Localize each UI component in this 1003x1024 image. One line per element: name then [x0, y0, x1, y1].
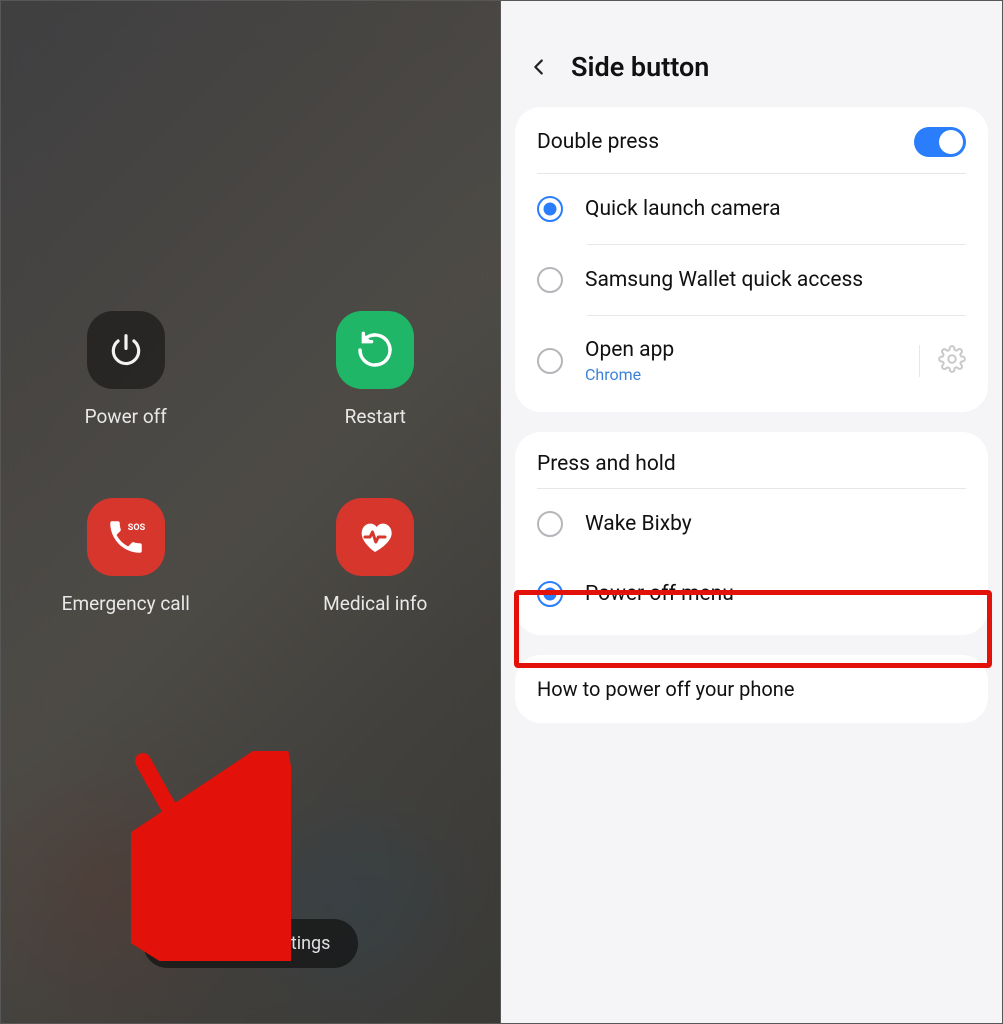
option-label: Open app: [585, 338, 891, 362]
radio-icon: [537, 511, 563, 537]
side-button-settings-button[interactable]: Side button settings: [143, 919, 359, 968]
option-open-app[interactable]: Open app Chrome: [537, 316, 966, 392]
option-label: Samsung Wallet quick access: [585, 268, 966, 292]
double-press-title: Double press: [537, 130, 659, 154]
svg-text:SOS: SOS: [128, 523, 146, 533]
radio-icon: [537, 348, 563, 374]
power-off-label: Power off: [85, 405, 167, 428]
side-button-settings-screen: Side button Double press Quick launch ca…: [501, 0, 1003, 1024]
radio-selected-icon: [537, 581, 563, 607]
medical-info-label: Medical info: [323, 592, 427, 615]
option-power-off-menu[interactable]: Power off menu: [537, 559, 966, 615]
press-hold-title: Press and hold: [537, 452, 676, 476]
option-label: Power off menu: [585, 582, 966, 606]
power-icon: [87, 311, 165, 389]
option-quick-launch-camera[interactable]: Quick launch camera: [537, 174, 966, 244]
side-button-settings-label: Side button settings: [171, 933, 331, 954]
gear-icon: [938, 345, 966, 373]
how-to-power-off-button[interactable]: How to power off your phone: [515, 655, 988, 723]
option-wake-bixby[interactable]: Wake Bixby: [537, 489, 966, 559]
phone-sos-icon: SOS: [87, 498, 165, 576]
option-label: Quick launch camera: [585, 197, 966, 221]
heart-icon: [336, 498, 414, 576]
power-options-grid: Power off Restart SOS Emergency call Med…: [1, 311, 500, 615]
power-menu-screen: Power off Restart SOS Emergency call Med…: [0, 0, 501, 1024]
back-button[interactable]: [525, 53, 553, 81]
emergency-call-button[interactable]: SOS Emergency call: [62, 498, 190, 615]
header: Side button: [501, 1, 1002, 107]
how-to-label: How to power off your phone: [537, 677, 966, 701]
double-press-toggle[interactable]: [914, 127, 966, 157]
medical-info-button[interactable]: Medical info: [323, 498, 427, 615]
option-samsung-wallet[interactable]: Samsung Wallet quick access: [537, 245, 966, 315]
restart-icon: [336, 311, 414, 389]
press-and-hold-section: Press and hold Wake Bixby Power off menu: [515, 432, 988, 635]
power-off-button[interactable]: Power off: [85, 311, 167, 428]
radio-icon: [537, 267, 563, 293]
restart-label: Restart: [345, 405, 406, 428]
chevron-left-icon: [528, 56, 550, 78]
radio-selected-icon: [537, 196, 563, 222]
page-title: Side button: [571, 51, 709, 83]
restart-button[interactable]: Restart: [336, 311, 414, 428]
emergency-call-label: Emergency call: [62, 592, 190, 615]
option-label: Wake Bixby: [585, 512, 966, 536]
option-sublabel: Chrome: [585, 365, 891, 384]
open-app-settings-button[interactable]: [919, 345, 966, 377]
double-press-section: Double press Quick launch camera Samsung…: [515, 107, 988, 412]
